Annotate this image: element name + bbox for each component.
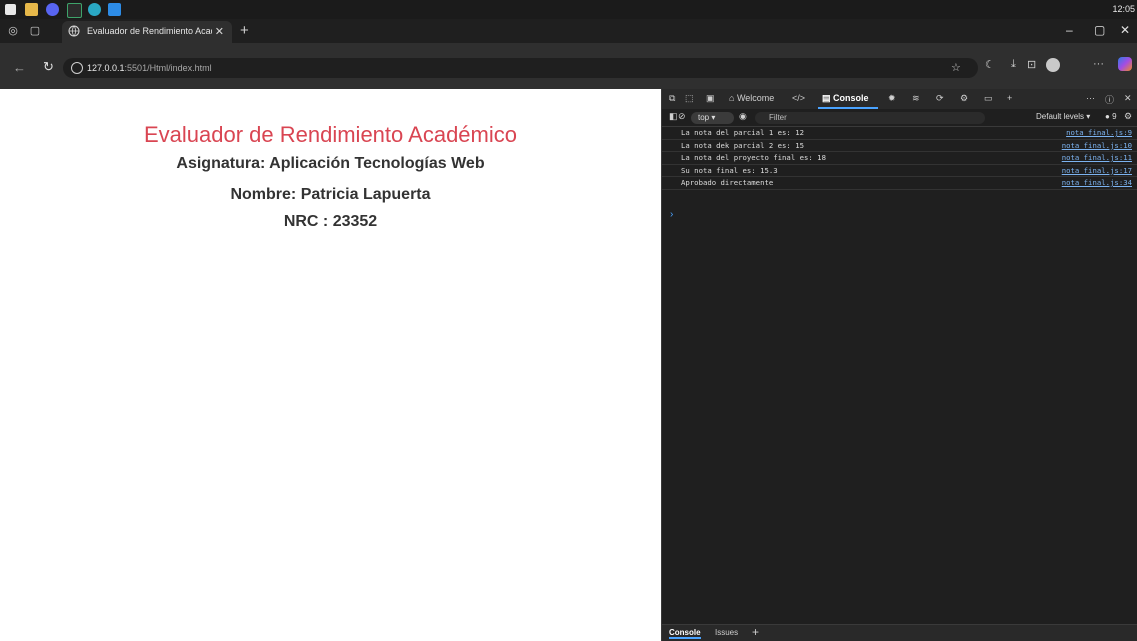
- screenshot-icon[interactable]: ⊡: [1027, 58, 1036, 71]
- url-path: :5501/Html/index.html: [124, 63, 212, 73]
- log-message: La nota dek parcial 2 es: 15: [681, 140, 805, 150]
- url-text: 127.0.0.1:5501/Html/index.html: [87, 63, 212, 73]
- console-prompt[interactable]: ›: [670, 209, 673, 220]
- console-output: La nota del parcial 1 es: 12 nota_final.j…: [662, 127, 1137, 190]
- minimize-button[interactable]: –: [1066, 23, 1073, 37]
- close-window-button[interactable]: ✕: [1120, 23, 1130, 37]
- console-log-row: Su nota final es: 15.3 nota_final.js:17: [662, 165, 1137, 177]
- pycharm-icon[interactable]: [67, 3, 82, 18]
- clear-console-icon[interactable]: ⊘: [678, 111, 686, 122]
- devtools-panel: ⧉ ⬚ ▣ ⌂ Welcome </> ▤ Console ✹ ≋ ⟳ ⚙ ▭ …: [661, 89, 1137, 641]
- close-devtools-icon[interactable]: ✕: [1124, 93, 1132, 104]
- name-heading: Nombre: Patricia Lapuerta: [230, 186, 431, 203]
- log-message: Aprobado directamente: [681, 178, 774, 187]
- back-icon[interactable]: ←: [13, 60, 26, 75]
- favorite-star-icon[interactable]: ☆: [951, 61, 961, 74]
- vscode-icon[interactable]: [108, 3, 121, 16]
- refresh-icon[interactable]: ↻: [43, 59, 54, 75]
- copilot-sidebar-icon[interactable]: ☾: [985, 58, 995, 71]
- console-log-row: La nota dek parcial 2 es: 15 nota_final.j…: [662, 140, 1137, 152]
- copilot-icon[interactable]: [1118, 57, 1132, 71]
- page-content: Evaluador de Rendimiento Académico Asign…: [0, 89, 661, 641]
- page-title: Evaluador de Rendimiento Académico: [143, 122, 517, 147]
- performance-icon[interactable]: ⟳: [936, 93, 944, 104]
- url-host: 127.0.0.1: [87, 63, 125, 73]
- more-tools-icon[interactable]: +: [1007, 93, 1012, 103]
- log-message: La nota del parcial 1 es: 12: [681, 128, 805, 137]
- log-message: Su nota final es: 15.3: [681, 165, 778, 175]
- drawer-add-icon[interactable]: +: [752, 625, 759, 639]
- profile-avatar[interactable]: [1046, 58, 1060, 72]
- log-source-link[interactable]: nota_final.js:10: [1062, 141, 1132, 150]
- home-icon: ⌂: [729, 93, 735, 103]
- network-icon[interactable]: ≋: [912, 93, 920, 104]
- taskbar: 12:05: [0, 0, 1137, 19]
- drawer-tab-bar: Console Issues +: [662, 624, 1137, 641]
- nrc-heading: NRC : 23352: [283, 213, 378, 230]
- tab-welcome-label: Welcome: [736, 93, 775, 103]
- application-icon[interactable]: ▭: [984, 93, 993, 104]
- tab-title: Evaluador de Rendimiento Acadé: [87, 26, 212, 36]
- tab-console[interactable]: ▤ Console: [822, 93, 869, 104]
- console-log-row: La nota del parcial 1 es: 12 nota_final.j…: [662, 127, 1137, 140]
- tab-bar: ◎ ▢ Evaluador de Rendimiento Acadé ✕ + –…: [0, 19, 1137, 43]
- console-toolbar: ◧ ⊘ top ▾ ◉ Filter Default levels ▾ ● 9 …: [662, 109, 1137, 127]
- log-source-link[interactable]: nota_final.js:9: [1066, 128, 1132, 137]
- subject-heading: Asignatura: Aplicación Tecnologías Web: [176, 155, 485, 172]
- tab-console-label: Console: [833, 93, 869, 103]
- address-bar[interactable]: 127.0.0.1:5501/Html/index.html ☆: [63, 58, 978, 78]
- bug-icon[interactable]: ✹: [888, 93, 896, 104]
- file-explorer-icon[interactable]: [25, 3, 38, 16]
- drawer-tab-issues[interactable]: Issues: [715, 628, 738, 637]
- close-tab-icon[interactable]: ✕: [215, 25, 224, 38]
- clock: 12:05: [1112, 4, 1135, 14]
- more-menu-icon[interactable]: ···: [1093, 58, 1104, 70]
- site-info-icon[interactable]: [71, 62, 83, 74]
- browser-tab[interactable]: Evaluador de Rendimiento Acadé ✕: [62, 21, 232, 43]
- console-log-row: Aprobado directamente nota_final.js:34: [662, 177, 1137, 190]
- tab-actions-icon[interactable]: ▢: [28, 24, 42, 38]
- drawer-tab-console[interactable]: Console: [669, 628, 701, 639]
- log-source-link[interactable]: nota_final.js:11: [1062, 153, 1132, 162]
- levels-label: Default levels: [1036, 112, 1085, 121]
- downloads-icon[interactable]: ⤓: [1011, 58, 1016, 71]
- live-expression-icon[interactable]: ◉: [739, 111, 747, 122]
- console-settings-icon[interactable]: ⚙: [1124, 111, 1132, 122]
- log-levels-dropdown[interactable]: Default levels ▾: [1036, 112, 1090, 121]
- tab-elements[interactable]: </>: [792, 93, 805, 103]
- devtools-tab-bar: ⧉ ⬚ ▣ ⌂ Welcome </> ▤ Console ✹ ≋ ⟳ ⚙ ▭ …: [662, 89, 1137, 109]
- restore-button[interactable]: ▢: [1094, 23, 1105, 37]
- filter-placeholder: Filter: [769, 113, 787, 122]
- log-source-link[interactable]: nota_final.js:17: [1062, 166, 1132, 175]
- address-bar-area: ← ↻ 127.0.0.1:5501/Html/index.html ☆ ☾ ⤓…: [0, 43, 1137, 89]
- tab-welcome[interactable]: ⌂ Welcome: [729, 93, 774, 103]
- device-emulation-icon[interactable]: ⧉: [669, 93, 675, 104]
- log-message: La nota del proyecto final es: 18: [681, 153, 826, 162]
- issues-count-value: 9: [1112, 112, 1117, 121]
- sidebar-toggle-icon[interactable]: ◧: [669, 111, 678, 122]
- workspaces-icon[interactable]: ◎: [6, 24, 20, 38]
- console-log-row: La nota del proyecto final es: 18 nota_fi…: [662, 152, 1137, 165]
- devtools-more-icon[interactable]: ···: [1086, 93, 1095, 103]
- dock-icon[interactable]: ▣: [706, 93, 715, 104]
- filter-input[interactable]: Filter: [755, 112, 985, 124]
- log-source-link[interactable]: nota_final.js:34: [1062, 178, 1132, 187]
- windows-start-icon[interactable]: [5, 4, 16, 15]
- memory-icon[interactable]: ⚙: [960, 93, 968, 104]
- context-selector[interactable]: top ▾: [691, 112, 734, 124]
- edge-icon[interactable]: [88, 3, 101, 16]
- issues-count[interactable]: ● 9: [1105, 112, 1117, 121]
- new-tab-button[interactable]: +: [240, 22, 249, 39]
- globe-icon: [68, 25, 80, 37]
- context-label: top: [698, 113, 710, 122]
- inspect-icon[interactable]: ⬚: [685, 93, 694, 104]
- discord-icon[interactable]: [46, 3, 59, 16]
- console-icon: ▤: [822, 93, 831, 103]
- help-icon[interactable]: ⓘ: [1105, 93, 1114, 106]
